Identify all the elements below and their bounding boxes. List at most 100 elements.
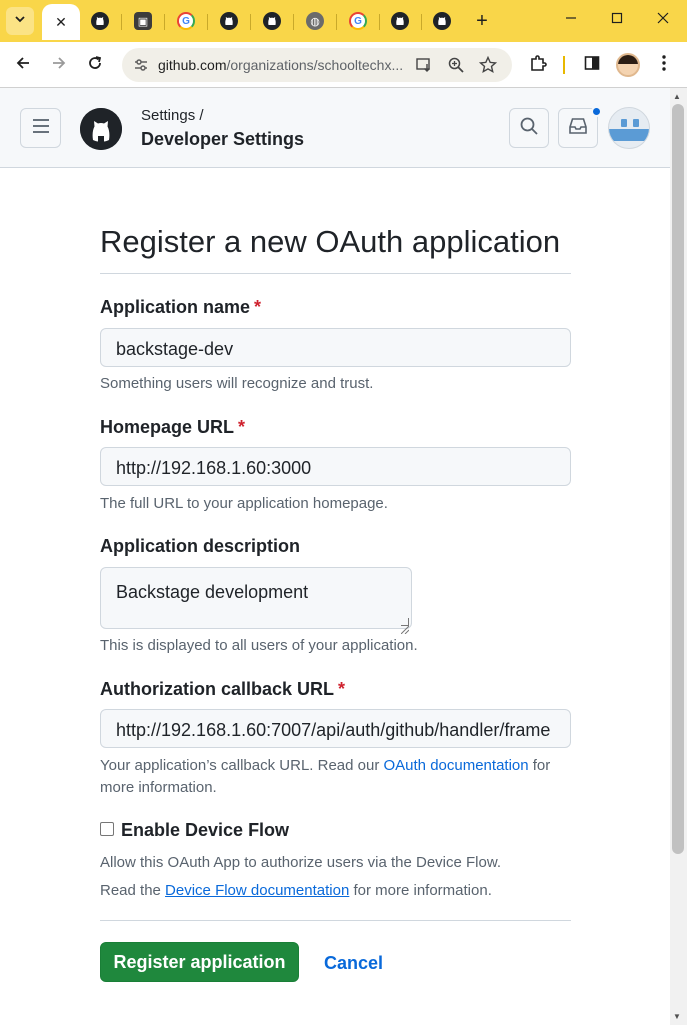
address-bar[interactable]: github.com/organizations/schooltechx... [122, 48, 512, 82]
callback-hint-line2: more information. [100, 779, 217, 796]
toolbar-divider [563, 56, 565, 74]
device-flow-doc-hint: Read the Device Flow documentation for m… [100, 880, 492, 902]
scroll-down-arrow-icon[interactable]: ▼ [673, 1012, 681, 1021]
homepage-url-hint: The full URL to your application homepag… [100, 495, 388, 512]
hamburger-icon [32, 118, 50, 139]
enable-device-flow-label[interactable]: Enable Device Flow [121, 820, 289, 841]
tab-active[interactable]: ✕ [42, 4, 80, 40]
github-icon [220, 12, 238, 30]
back-button[interactable] [9, 51, 37, 79]
install-app-icon[interactable] [414, 55, 434, 75]
page-title: Register a new OAuth application [100, 224, 561, 259]
google-icon: G [349, 12, 367, 30]
github-header: Settings / Developer Settings [0, 88, 670, 168]
profile-avatar[interactable] [616, 53, 640, 77]
scroll-up-arrow-icon[interactable]: ▲ [673, 92, 681, 101]
extension-icon: ▣ [134, 12, 152, 30]
application-name-input[interactable]: backstage-dev [100, 328, 571, 367]
reload-button[interactable] [81, 51, 109, 79]
zoom-icon[interactable] [446, 55, 466, 75]
device-flow-documentation-link[interactable]: Device Flow documentation [165, 882, 349, 899]
global-nav-button[interactable] [20, 108, 61, 148]
notification-indicator [591, 106, 602, 117]
application-description-hint: This is displayed to all users of your a… [100, 637, 418, 654]
application-description-value: Backstage development [116, 582, 309, 602]
tab-github-2[interactable] [209, 6, 251, 36]
homepage-url-label-text: Homepage URL [100, 417, 235, 437]
site-info-icon[interactable] [132, 56, 150, 74]
bookmark-star-icon[interactable] [478, 55, 498, 75]
application-name-label-text: Application name [100, 297, 251, 317]
callback-hint-before: Your application’s callback URL. Read ou… [100, 757, 384, 774]
globe-icon: ◍ [306, 12, 324, 30]
application-description-label: Application description [100, 536, 301, 556]
url-text: github.com/organizations/schooltechx... [158, 57, 408, 73]
tab-github-5[interactable] [422, 6, 462, 36]
close-window-button[interactable] [643, 6, 683, 34]
enable-device-flow-checkbox[interactable] [100, 822, 114, 836]
required-mark: * [238, 417, 246, 437]
github-icon [91, 12, 109, 30]
arrow-right-icon [51, 55, 67, 76]
tab-google-1[interactable]: G [166, 6, 208, 36]
extensions-button[interactable] [524, 51, 552, 79]
homepage-url-label: Homepage URL * [100, 417, 245, 438]
form-divider [100, 920, 571, 921]
callback-url-label: Authorization callback URL * [100, 679, 345, 700]
tab-globe[interactable]: ◍ [295, 6, 337, 36]
inbox-icon [568, 117, 588, 140]
oauth-documentation-link[interactable]: OAuth documentation [384, 757, 529, 774]
callback-hint-after: for [528, 757, 551, 774]
github-logo-icon[interactable] [80, 108, 122, 150]
title-divider [100, 273, 571, 274]
chrome-menu-button[interactable] [650, 51, 678, 79]
github-icon [433, 12, 451, 30]
side-panel-button[interactable] [578, 51, 606, 79]
cancel-link[interactable]: Cancel [324, 953, 383, 974]
device-flow-hint-after: for more information. [349, 882, 492, 899]
search-button[interactable] [509, 108, 549, 148]
breadcrumb-settings[interactable]: Settings / [141, 107, 204, 124]
side-panel-icon [584, 55, 600, 76]
url-path: /organizations/schooltechx... [226, 57, 404, 73]
minimize-button[interactable] [551, 6, 591, 34]
user-avatar[interactable] [608, 107, 650, 149]
callback-url-hint: Your application’s callback URL. Read ou… [100, 755, 550, 799]
scrollbar-thumb[interactable] [672, 104, 684, 854]
forward-button[interactable] [45, 51, 73, 79]
resize-handle-icon[interactable] [400, 618, 410, 635]
reload-icon [87, 55, 103, 76]
new-tab-button[interactable]: + [470, 7, 494, 35]
maximize-button[interactable] [597, 6, 637, 34]
google-icon: G [177, 12, 195, 30]
url-host: github.com [158, 57, 227, 73]
device-flow-hint-before: Read the [100, 882, 166, 899]
close-tab-icon[interactable]: ✕ [55, 14, 67, 31]
application-name-hint: Something users will recognize and trust… [100, 375, 374, 392]
device-flow-hint: Allow this OAuth App to authorize users … [100, 854, 502, 871]
application-description-textarea[interactable]: Backstage development [100, 567, 412, 635]
browser-toolbar: github.com/organizations/schooltechx... [0, 42, 687, 88]
github-icon [263, 12, 281, 30]
close-icon [657, 11, 669, 29]
application-name-label: Application name * [100, 297, 261, 318]
tab-github-4[interactable] [380, 6, 422, 36]
homepage-url-input[interactable]: http://192.168.1.60:3000 [100, 447, 571, 486]
tab-github-3[interactable] [252, 6, 294, 36]
minimize-icon [565, 11, 577, 29]
tab-extension[interactable]: ▣ [123, 6, 165, 36]
required-mark: * [338, 679, 346, 699]
kebab-menu-icon [662, 54, 666, 76]
chevron-down-icon [14, 12, 26, 30]
breadcrumb-developer-settings[interactable]: Developer Settings [141, 129, 304, 150]
callback-url-label-text: Authorization callback URL [100, 679, 335, 699]
page-content: Settings / Developer Settings Register a… [0, 88, 670, 1025]
required-mark: * [254, 297, 262, 317]
tab-github-1[interactable] [80, 6, 122, 36]
register-application-button[interactable]: Register application [100, 942, 299, 982]
callback-url-input[interactable]: http://192.168.1.60:7007/api/auth/github… [100, 709, 571, 748]
puzzle-icon [529, 54, 547, 77]
tab-search-button[interactable] [6, 7, 34, 35]
search-icon [519, 116, 539, 141]
tab-google-2[interactable]: G [338, 6, 380, 36]
